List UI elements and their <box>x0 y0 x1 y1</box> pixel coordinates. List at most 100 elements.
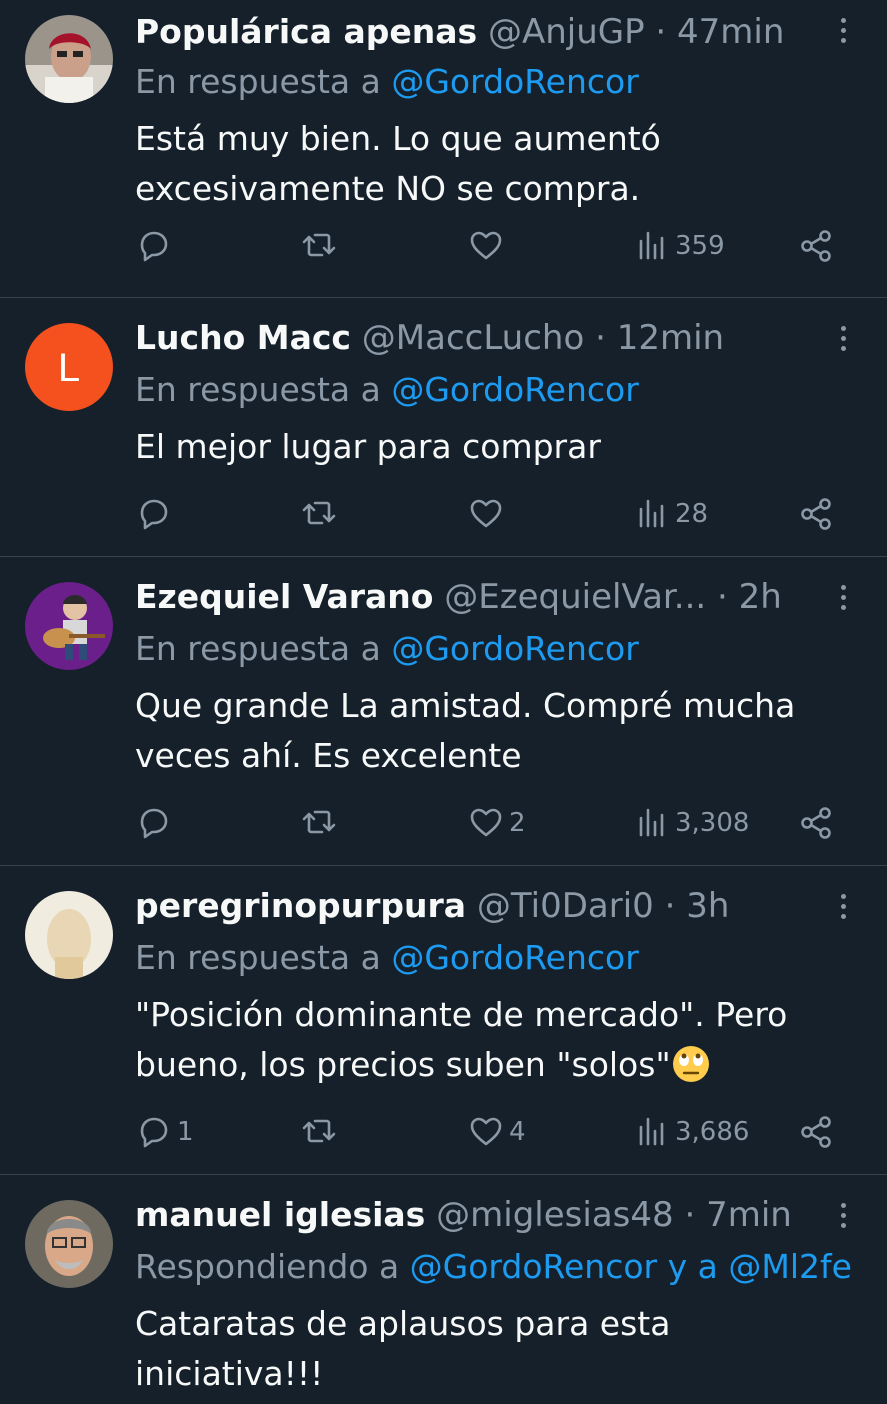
reply-count: 1 <box>177 1117 194 1147</box>
tweet[interactable]: Populárica apenas @AnjuGP · 47min En res… <box>0 0 887 298</box>
like-button[interactable]: 2 <box>467 801 526 845</box>
tweet-text-line-wrap: bueno, los precios suben "solos" <box>135 1040 847 1090</box>
reply-context: En respuesta a @GordoRencor <box>135 627 887 671</box>
reply-button[interactable] <box>135 801 177 845</box>
tweet-text-line: Que grande La amistad. Compré mucha <box>135 686 796 725</box>
tweet-text-line: El mejor lugar para comprar <box>135 427 601 466</box>
views-button[interactable]: 28 <box>633 492 708 536</box>
like-button[interactable]: 4 <box>467 1110 526 1154</box>
timestamp[interactable]: 2h <box>739 577 782 617</box>
views-button[interactable]: 3,308 <box>633 801 749 845</box>
share-button[interactable] <box>797 224 835 268</box>
like-button[interactable] <box>467 492 509 536</box>
share-icon <box>801 230 831 262</box>
separator: · <box>595 318 606 358</box>
tweet-text-line: Está muy bien. Lo que aumentó <box>135 119 661 158</box>
more-icon[interactable] <box>833 894 853 924</box>
mention-link[interactable]: @GordoRencor <box>391 62 638 101</box>
view-count: 3,686 <box>675 1117 750 1147</box>
share-button[interactable] <box>797 801 835 845</box>
tweet[interactable]: peregrinopurpura @Ti0Dari0 · 3h En respu… <box>0 866 887 1175</box>
retweet-icon <box>302 501 336 525</box>
author-handle[interactable]: @MaccLucho <box>362 318 585 358</box>
like-icon <box>470 1117 502 1146</box>
reply-button[interactable] <box>135 224 177 268</box>
like-button[interactable] <box>467 224 509 268</box>
mention-link[interactable]: @GordoRencor <box>391 629 638 668</box>
avatar-image <box>25 582 113 670</box>
views-icon <box>639 231 664 260</box>
timestamp[interactable]: 12min <box>617 318 724 358</box>
retweet-button[interactable] <box>300 1110 342 1154</box>
author-name[interactable]: peregrinopurpura <box>135 886 466 925</box>
retweet-icon <box>302 810 336 834</box>
tweet-header: manuel iglesias @miglesias48 · 7min <box>135 1193 827 1237</box>
reply-button[interactable] <box>135 492 177 536</box>
share-icon <box>801 498 831 530</box>
more-icon[interactable] <box>833 326 853 356</box>
like-icon <box>470 808 502 837</box>
like-icon <box>470 499 502 528</box>
author-name[interactable]: Populárica apenas <box>135 12 477 51</box>
separator: · <box>664 886 676 926</box>
view-count: 359 <box>675 231 725 261</box>
author-handle[interactable]: @AnjuGP <box>488 12 645 52</box>
tweet-text-line: bueno, los precios suben "solos" <box>135 1045 671 1084</box>
timestamp[interactable]: 3h <box>686 886 729 926</box>
reply-icon <box>140 231 168 262</box>
tweet-text: Que grande La amistad. Compré mucha vece… <box>135 681 847 781</box>
more-icon[interactable] <box>833 18 853 48</box>
more-icon[interactable] <box>833 1203 853 1233</box>
action-bar: 1 4 3,686 <box>135 1110 835 1154</box>
tweet-text: Cataratas de aplausos para esta iniciati… <box>135 1299 847 1399</box>
author-name[interactable]: Lucho Macc <box>135 318 351 357</box>
tweet[interactable]: manuel iglesias @miglesias48 · 7min Resp… <box>0 1175 887 1404</box>
tweet-text-line: excesivamente NO se compra. <box>135 169 641 208</box>
avatar-image <box>25 1200 113 1288</box>
author-handle[interactable]: @EzequielVar... <box>444 577 706 617</box>
avatar[interactable] <box>25 1200 113 1288</box>
tweet[interactable]: Ezequiel Varano @EzequielVar... · 2h En … <box>0 557 887 866</box>
retweet-button[interactable] <box>300 224 342 268</box>
avatar-image <box>25 891 113 979</box>
view-count: 3,308 <box>675 808 750 838</box>
author-handle[interactable]: @miglesias48 <box>436 1195 674 1235</box>
author-name[interactable]: Ezequiel Varano <box>135 577 433 616</box>
share-button[interactable] <box>797 1110 835 1154</box>
retweet-button[interactable] <box>300 492 342 536</box>
retweet-button[interactable] <box>300 801 342 845</box>
like-count: 2 <box>509 808 526 838</box>
views-button[interactable]: 3,686 <box>633 1110 749 1154</box>
views-icon <box>639 499 664 528</box>
share-button[interactable] <box>797 492 835 536</box>
action-bar: 359 <box>135 224 835 268</box>
reply-prefix: En respuesta a <box>135 938 392 977</box>
mention-link[interactable]: @GordoRencor <box>391 370 638 409</box>
tweet-text: El mejor lugar para comprar <box>135 422 847 472</box>
tweet-text: "Posición dominante de mercado". Pero bu… <box>135 990 847 1090</box>
timestamp[interactable]: 47min <box>677 12 784 52</box>
avatar[interactable]: L <box>25 323 113 411</box>
tweet[interactable]: L Lucho Macc @MaccLucho · 12min En respu… <box>0 298 887 557</box>
tweet-text-line: "Posición dominante de mercado". Pero <box>135 995 788 1034</box>
views-button[interactable]: 359 <box>633 224 725 268</box>
avatar[interactable] <box>25 15 113 103</box>
more-icon[interactable] <box>833 585 853 615</box>
separator: · <box>684 1195 696 1235</box>
mention-link[interactable]: @GordoRencor <box>391 938 638 977</box>
author-handle[interactable]: @Ti0Dari0 <box>477 886 654 926</box>
avatar-image <box>25 15 113 103</box>
reply-icon <box>140 808 168 839</box>
reply-icon <box>140 1117 168 1148</box>
timestamp[interactable]: 7min <box>706 1195 792 1235</box>
avatar[interactable] <box>25 582 113 670</box>
like-count: 4 <box>509 1117 526 1147</box>
avatar[interactable] <box>25 891 113 979</box>
reply-prefix: En respuesta a <box>135 629 392 668</box>
tweet-text-line: veces ahí. Es excelente <box>135 736 522 775</box>
reply-button[interactable]: 1 <box>135 1110 194 1154</box>
mention-link[interactable]: @GordoRencor y a @Ml2fe <box>410 1247 852 1286</box>
reply-icon <box>140 499 168 530</box>
author-name[interactable]: manuel iglesias <box>135 1195 425 1234</box>
like-icon <box>470 231 502 260</box>
